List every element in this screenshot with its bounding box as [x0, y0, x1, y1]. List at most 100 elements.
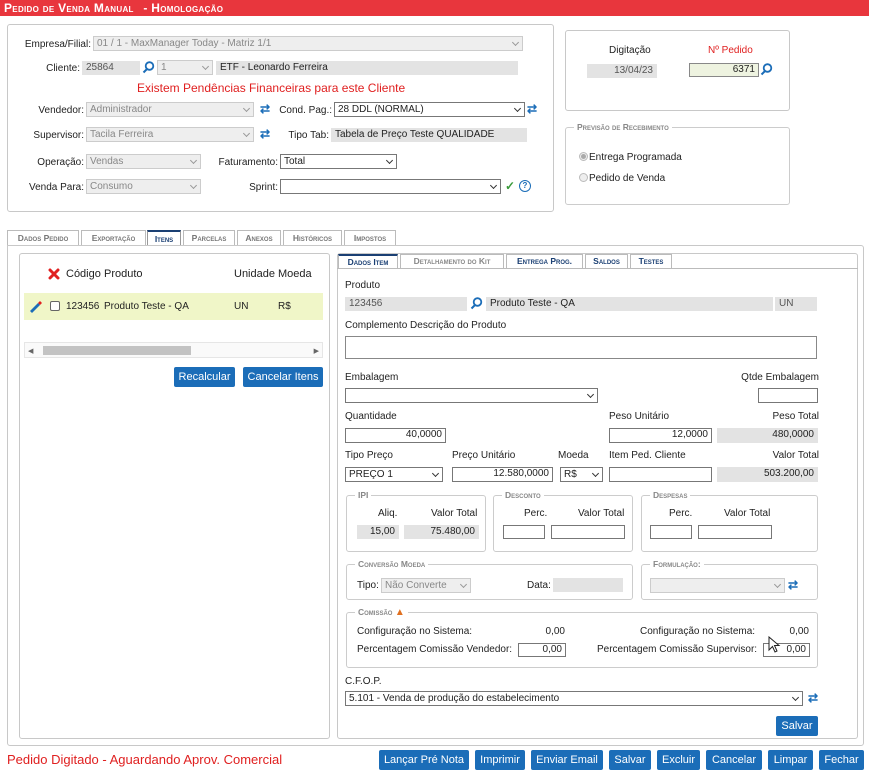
cfop-select[interactable]: 5.101 - Venda de produção do estabelecim… — [345, 691, 803, 706]
peso-unitario-field[interactable]: 12,0000 — [609, 428, 712, 443]
enviar-email-button[interactable]: Enviar Email — [531, 750, 603, 770]
preco-unitario-field[interactable]: 12.580,0000 — [452, 467, 553, 482]
tipotab-label: Tipo Tab: — [288, 130, 329, 141]
ipi-valor-field: 75.480,00 — [404, 525, 479, 539]
moeda-select[interactable]: R$ — [560, 467, 603, 482]
cliente-name-field: ETF - Leonardo Ferreira — [216, 61, 518, 75]
tab-itens[interactable]: Itens — [147, 230, 181, 246]
refresh-condpag-icon[interactable]: ⇄ — [526, 103, 538, 115]
cliente-label: Cliente: — [46, 63, 80, 74]
operacao-label: Operação: — [37, 157, 84, 168]
radio-entrega-programada[interactable] — [579, 152, 588, 161]
radio-pedido-venda[interactable] — [579, 173, 588, 182]
limpar-button[interactable]: Limpar — [768, 750, 813, 770]
conversao-tipo-select[interactable]: Não Converte — [381, 578, 471, 593]
window-title-bar: Pedido de Venda Manual - Homologação — [0, 0, 869, 16]
tab-anexos[interactable]: Anexos — [237, 230, 281, 245]
check-icon[interactable]: ✓ — [505, 179, 515, 193]
tab-dados-pedido[interactable]: Dados Pedido — [7, 230, 79, 245]
quantidade-field[interactable]: 40,0000 — [345, 428, 446, 443]
tab-parcelas[interactable]: Parcelas — [183, 230, 235, 245]
subtab-dados-item[interactable]: Dados Item — [338, 254, 398, 269]
item-ped-cliente-field[interactable] — [609, 467, 712, 482]
digitacao-label: Digitação — [609, 45, 651, 56]
cancelar-button[interactable]: Cancelar — [706, 750, 762, 770]
digitacao-date-field: 13/04/23 — [587, 64, 657, 78]
cliente-seq-select[interactable]: 1 — [157, 60, 213, 75]
moeda-label: Moeda — [558, 450, 589, 461]
imprimir-button[interactable]: Imprimir — [475, 750, 525, 770]
radio-entrega-label: Entrega Programada — [589, 152, 682, 163]
perc-supervisor-label: Percentagem Comissão Supervisor: — [597, 644, 758, 655]
scroll-right-icon[interactable]: ▶ — [314, 347, 319, 355]
tab-impostos[interactable]: Impostos — [344, 230, 396, 245]
excluir-button[interactable]: Excluir — [657, 750, 700, 770]
status-text: Pedido Digitado - Aguardando Aprov. Come… — [7, 752, 283, 767]
complemento-textarea[interactable] — [345, 336, 817, 359]
lancar-pre-nota-button[interactable]: Lançar Pré Nota — [379, 750, 469, 770]
desconto-valor-label: Valor Total — [578, 508, 625, 519]
despesas-perc-field[interactable] — [650, 525, 692, 539]
embalagem-select[interactable] — [345, 388, 598, 403]
perc-vendedor-field[interactable]: 0,00 — [518, 643, 566, 657]
despesas-valor-label: Valor Total — [724, 508, 771, 519]
cliente-code-field[interactable]: 25864 — [82, 61, 140, 75]
salvar-item-button[interactable]: Salvar — [776, 716, 818, 736]
warning-triangle-icon: ▲ — [394, 607, 405, 618]
tab-exportacao[interactable]: Exportação — [81, 230, 146, 245]
desconto-perc-label: Perc. — [524, 508, 548, 519]
ipi-fieldset: IPI — [346, 489, 486, 552]
supervisor-select[interactable]: Tacila Ferreira — [86, 127, 254, 142]
col-codigo: Código — [66, 268, 101, 280]
faturamento-label: Faturamento: — [218, 157, 278, 168]
condpag-label: Cond. Pag.: — [279, 105, 332, 116]
subtab-testes[interactable]: Testes — [630, 254, 672, 269]
qtde-embalagem-field[interactable] — [758, 388, 818, 403]
tipo-preco-label: Tipo Preço — [345, 450, 393, 461]
despesas-valor-field[interactable] — [698, 525, 772, 539]
config-sistema-label-2: Configuração no Sistema: — [640, 626, 756, 637]
window-title: Pedido de Venda Manual — [4, 1, 134, 15]
scroll-left-icon[interactable]: ◀ — [28, 347, 33, 355]
fechar-button[interactable]: Fechar — [819, 750, 864, 770]
recalcular-button[interactable]: Recalcular — [174, 367, 235, 387]
salvar-button[interactable]: Salvar — [609, 750, 651, 770]
produto-name-field: Produto Teste - QA — [486, 297, 773, 311]
produto-search-icon[interactable] — [470, 297, 483, 310]
row-unidade: UN — [234, 301, 249, 312]
row-checkbox[interactable] — [50, 301, 60, 311]
config-sistema-label-1: Configuração no Sistema: — [357, 626, 473, 637]
horizontal-scrollbar[interactable]: ◀ ▶ — [24, 342, 323, 358]
refresh-formulacao-icon[interactable]: ⇄ — [787, 579, 799, 591]
scrollbar-thumb[interactable] — [43, 346, 191, 355]
condpag-select[interactable]: 28 DDL (NORMAL) — [334, 102, 525, 117]
vendedor-select[interactable]: Administrador — [86, 102, 254, 117]
conversao-tipo-label: Tipo: — [357, 580, 379, 591]
operacao-select[interactable]: Vendas — [86, 154, 201, 169]
formulacao-select[interactable] — [650, 578, 785, 593]
preco-unitario-label: Preço Unitário — [452, 450, 516, 461]
subtab-saldos[interactable]: Saldos — [585, 254, 628, 269]
desconto-valor-field[interactable] — [551, 525, 625, 539]
sprint-select[interactable] — [280, 179, 501, 194]
pedido-number-field[interactable]: 6371 — [689, 63, 759, 77]
vendapara-select[interactable]: Consumo — [86, 179, 201, 194]
pedido-search-icon[interactable] — [760, 63, 773, 76]
tipo-preco-select[interactable]: PREÇO 1 — [345, 467, 443, 482]
desconto-perc-field[interactable] — [503, 525, 545, 539]
empresa-select[interactable]: 01 / 1 - MaxManager Today - Matriz 1/1 — [93, 36, 523, 51]
delete-x-icon[interactable] — [48, 268, 60, 280]
help-icon[interactable]: ? — [519, 180, 531, 192]
edit-pencil-icon[interactable] — [28, 300, 43, 313]
faturamento-select[interactable]: Total — [280, 154, 397, 169]
sprint-label: Sprint: — [249, 182, 278, 193]
tab-historicos[interactable]: Históricos — [283, 230, 342, 245]
subtab-entrega-prog[interactable]: Entrega Prog. — [506, 254, 583, 269]
conversao-legend: Conversão Moeda — [355, 558, 429, 570]
row-codigo: 123456 — [66, 301, 100, 312]
subtab-detalhamento-kit[interactable]: Detalhamento do Kit — [400, 254, 504, 269]
search-icon[interactable] — [142, 61, 155, 74]
perc-vendedor-label: Percentagem Comissão Vendedor: — [357, 644, 513, 655]
cancelar-itens-button[interactable]: Cancelar Itens — [243, 367, 323, 387]
refresh-cfop-icon[interactable]: ⇄ — [807, 692, 819, 704]
